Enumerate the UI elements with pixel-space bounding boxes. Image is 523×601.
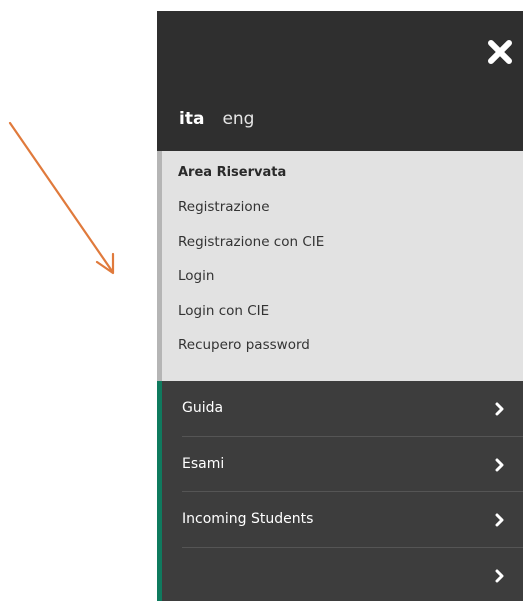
- chevron-right-icon: [495, 402, 504, 416]
- registration-cie-link[interactable]: Registrazione con CIE: [178, 225, 523, 260]
- nav-item-label: Incoming Students: [182, 511, 314, 527]
- pointer-arrow-icon: [8, 121, 115, 275]
- chevron-right-icon: [495, 513, 504, 527]
- close-icon[interactable]: [485, 37, 515, 67]
- nav-item-incoming-students[interactable]: Incoming Students: [182, 492, 523, 548]
- password-recovery-link[interactable]: Recupero password: [178, 328, 523, 363]
- reserved-area-title: Area Riservata: [178, 165, 287, 180]
- language-switcher: ita eng: [179, 109, 254, 129]
- nav-item-label: Esami: [182, 455, 225, 472]
- nav-item-label: Guida: [182, 400, 224, 416]
- language-eng[interactable]: eng: [222, 109, 254, 129]
- mobile-menu-panel: ita eng Area Riservata Registrazione Reg…: [157, 11, 523, 601]
- reserved-area-section: Area Riservata Registrazione Registrazio…: [157, 151, 523, 381]
- nav-item-guida[interactable]: Guida: [182, 381, 523, 437]
- login-link[interactable]: Login: [178, 259, 523, 294]
- chevron-right-icon: [495, 569, 504, 582]
- registration-link[interactable]: Registrazione: [178, 190, 523, 225]
- main-nav-list: Guida Esami Incoming Students: [157, 381, 523, 601]
- language-ita[interactable]: ita: [179, 109, 204, 129]
- nav-item-more[interactable]: [182, 548, 523, 601]
- page: ita eng Area Riservata Registrazione Reg…: [0, 0, 523, 601]
- menu-header: ita eng: [157, 11, 523, 151]
- login-cie-link[interactable]: Login con CIE: [178, 294, 523, 329]
- nav-item-esami[interactable]: Esami: [182, 437, 523, 492]
- chevron-right-icon: [495, 458, 504, 471]
